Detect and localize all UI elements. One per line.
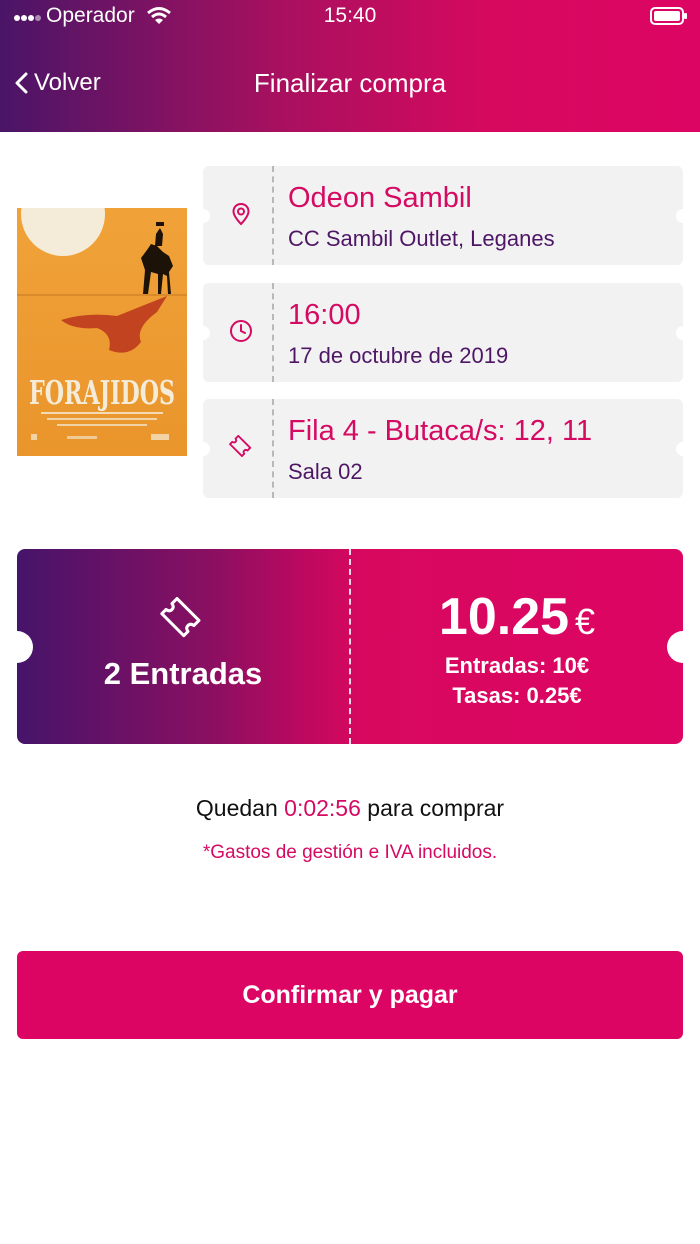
tickets-price: Entradas: 10€	[444, 653, 590, 678]
header: Operador 15:40 Volver Finalizar compra	[0, 0, 700, 132]
seats-card: Fila 4 - Butaca/s: 12, 11 Sala 02	[196, 399, 690, 498]
card-divider	[272, 283, 274, 382]
poster-title: FORAJIDOS	[29, 373, 175, 412]
ticket-icon	[160, 597, 201, 638]
timer-suffix: para comprar	[367, 795, 505, 821]
cinema-address: CC Sambil Outlet, Leganes	[288, 226, 555, 251]
cinema-name: Odeon Sambil	[288, 182, 472, 214]
movie-poster: FORAJIDOS	[17, 208, 187, 456]
confirm-pay-button[interactable]: Confirmar y pagar	[17, 951, 683, 1039]
session-card: 16:00 17 de octubre de 2019	[196, 283, 690, 382]
order-summary: 2 Entradas 10.25 € Entradas: 10€ Tasas: 0…	[1, 549, 699, 744]
purchase-timer: Quedan 0:02:56 para comprar	[0, 795, 700, 822]
card-divider	[272, 399, 274, 498]
seat-info: Fila 4 - Butaca/s: 12, 11	[288, 415, 593, 447]
fees-note: *Gastos de gestión e IVA incluidos.	[202, 842, 498, 863]
status-time: 15:40	[323, 4, 377, 27]
status-bar: Operador 15:40	[0, 0, 700, 34]
currency-symbol: €	[575, 601, 596, 642]
ticket-icon	[229, 435, 252, 458]
cinema-card: Odeon Sambil CC Sambil Outlet, Leganes	[196, 166, 690, 265]
page-title: Finalizar compra	[253, 68, 447, 98]
battery-icon	[650, 7, 687, 25]
session-time: 16:00	[288, 299, 361, 331]
timer-countdown: 0:02:56	[284, 795, 361, 821]
clock-icon	[230, 320, 252, 342]
total-amount: 10.25	[438, 588, 570, 646]
location-pin-icon	[232, 202, 250, 226]
fees-price: Tasas: 0.25€	[452, 683, 582, 708]
session-date: 17 de octubre de 2019	[288, 343, 509, 368]
room-name: Sala 02	[288, 459, 363, 484]
total-price: 10.25 €	[351, 587, 683, 647]
tickets-count: 2 Entradas	[103, 656, 263, 691]
timer-prefix: Quedan	[195, 795, 278, 821]
card-divider	[272, 166, 274, 265]
